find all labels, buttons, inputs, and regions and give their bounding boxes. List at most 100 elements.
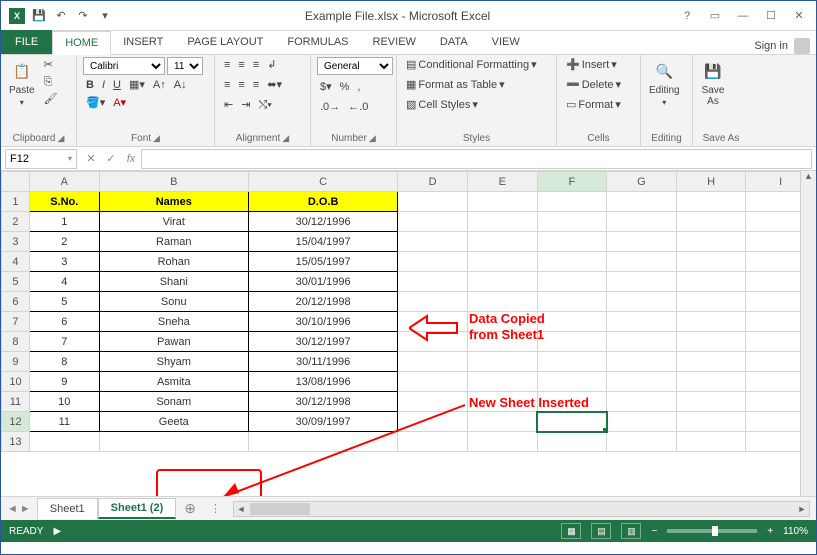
font-launcher-icon[interactable]: ◢ (153, 133, 160, 144)
cell-A5[interactable]: 4 (29, 272, 99, 292)
undo-icon[interactable]: ↶ (53, 8, 69, 24)
comma-icon[interactable]: , (354, 79, 363, 95)
cell-B8[interactable]: Pawan (99, 332, 248, 352)
cell-A10[interactable]: 9 (29, 372, 99, 392)
minimize-icon[interactable]: — (730, 5, 756, 27)
cell-B1[interactable]: Names (99, 192, 248, 212)
cell-H5[interactable] (676, 272, 746, 292)
cell-A1[interactable]: S.No. (29, 192, 99, 212)
cell-C7[interactable]: 30/10/1996 (248, 312, 397, 332)
cell-A6[interactable]: 5 (29, 292, 99, 312)
cell-B2[interactable]: Virat (99, 212, 248, 232)
row-header-4[interactable]: 4 (2, 252, 30, 272)
row-header-7[interactable]: 7 (2, 312, 30, 332)
cell-E12[interactable] (467, 412, 537, 432)
row-header-5[interactable]: 5 (2, 272, 30, 292)
cell-E3[interactable] (467, 232, 537, 252)
tab-split-icon[interactable]: ⋮ (204, 502, 227, 515)
cell-G12[interactable] (607, 412, 677, 432)
merge-center-icon[interactable]: ⬌▾ (264, 77, 285, 93)
cell-D10[interactable] (398, 372, 468, 392)
decrease-indent-icon[interactable]: ⇤ (221, 97, 236, 113)
column-header-C[interactable]: C (248, 172, 397, 192)
new-sheet-icon[interactable]: ⊕ (176, 500, 204, 517)
tab-review[interactable]: REVIEW (361, 30, 428, 54)
cell-B5[interactable]: Shani (99, 272, 248, 292)
macro-record-icon[interactable]: ▶ (53, 526, 61, 537)
cell-H4[interactable] (676, 252, 746, 272)
conditional-formatting-button[interactable]: ▤ Conditional Formatting ▾ (403, 57, 540, 73)
select-all-corner[interactable] (2, 172, 30, 192)
column-header-F[interactable]: F (537, 172, 607, 192)
cell-C5[interactable]: 30/01/1996 (248, 272, 397, 292)
sheet-tab-sheet1[interactable]: Sheet1 (37, 498, 98, 519)
tab-home[interactable]: HOME (52, 31, 111, 55)
enter-formula-icon[interactable]: ✓ (101, 152, 121, 165)
column-header-H[interactable]: H (676, 172, 746, 192)
cell-G2[interactable] (607, 212, 677, 232)
cell-B9[interactable]: Shyam (99, 352, 248, 372)
grow-font-icon[interactable]: A↑ (150, 77, 169, 93)
clipboard-launcher-icon[interactable]: ◢ (57, 133, 64, 144)
cell-E4[interactable] (467, 252, 537, 272)
format-as-table-button[interactable]: ▦ Format as Table ▾ (403, 77, 508, 93)
row-header-11[interactable]: 11 (2, 392, 30, 412)
row-header-6[interactable]: 6 (2, 292, 30, 312)
cell-E9[interactable] (467, 352, 537, 372)
cell-D1[interactable] (398, 192, 468, 212)
sheet-tab-sheet1-copy[interactable]: Sheet1 (2) (98, 498, 177, 519)
cell-B3[interactable]: Raman (99, 232, 248, 252)
save-icon[interactable]: 💾 (31, 8, 47, 24)
cell-A8[interactable]: 7 (29, 332, 99, 352)
cell-H13[interactable] (676, 432, 746, 452)
cell-G6[interactable] (607, 292, 677, 312)
cell-H9[interactable] (676, 352, 746, 372)
row-header-3[interactable]: 3 (2, 232, 30, 252)
cell-B7[interactable]: Sneha (99, 312, 248, 332)
cell-G10[interactable] (607, 372, 677, 392)
cell-A7[interactable]: 6 (29, 312, 99, 332)
cell-F1[interactable] (537, 192, 607, 212)
wrap-text-icon[interactable]: ↲ (264, 57, 279, 73)
align-right-icon[interactable]: ≡ (250, 77, 262, 93)
hscroll-left-icon[interactable]: ◄ (234, 504, 248, 514)
row-header-10[interactable]: 10 (2, 372, 30, 392)
name-box[interactable]: F12 ▾ (5, 149, 77, 169)
sheet-nav-next-icon[interactable]: ► (20, 503, 31, 515)
cell-C3[interactable]: 15/04/1997 (248, 232, 397, 252)
number-launcher-icon[interactable]: ◢ (369, 133, 376, 144)
cell-F13[interactable] (537, 432, 607, 452)
column-header-E[interactable]: E (467, 172, 537, 192)
cell-F7[interactable] (537, 312, 607, 332)
cell-G4[interactable] (607, 252, 677, 272)
cell-A9[interactable]: 8 (29, 352, 99, 372)
cell-F9[interactable] (537, 352, 607, 372)
cell-A2[interactable]: 1 (29, 212, 99, 232)
cell-B6[interactable]: Sonu (99, 292, 248, 312)
cell-H11[interactable] (676, 392, 746, 412)
cell-D6[interactable] (398, 292, 468, 312)
cell-F8[interactable] (537, 332, 607, 352)
cell-F5[interactable] (537, 272, 607, 292)
save-as-button[interactable]: 💾 Save As (699, 57, 727, 109)
copy-icon[interactable]: ⎘ (41, 74, 61, 90)
delete-cells-button[interactable]: ➖ Delete ▾ (563, 77, 624, 93)
cell-E10[interactable] (467, 372, 537, 392)
align-bottom-icon[interactable]: ≡ (250, 57, 262, 73)
zoom-out-icon[interactable]: − (651, 526, 657, 537)
cell-C2[interactable]: 30/12/1996 (248, 212, 397, 232)
cell-D3[interactable] (398, 232, 468, 252)
hscroll-right-icon[interactable]: ► (795, 504, 809, 514)
cell-H6[interactable] (676, 292, 746, 312)
zoom-in-icon[interactable]: + (767, 526, 773, 537)
cell-G13[interactable] (607, 432, 677, 452)
font-size-combo[interactable]: 11 (167, 57, 203, 75)
fill-color-button[interactable]: 🪣▾ (83, 95, 108, 111)
cell-E13[interactable] (467, 432, 537, 452)
maximize-icon[interactable]: ☐ (758, 5, 784, 27)
cell-E5[interactable] (467, 272, 537, 292)
column-header-D[interactable]: D (398, 172, 468, 192)
shrink-font-icon[interactable]: A↓ (171, 77, 190, 93)
ribbon-options-icon[interactable]: ▭ (702, 5, 728, 27)
align-top-icon[interactable]: ≡ (221, 57, 233, 73)
